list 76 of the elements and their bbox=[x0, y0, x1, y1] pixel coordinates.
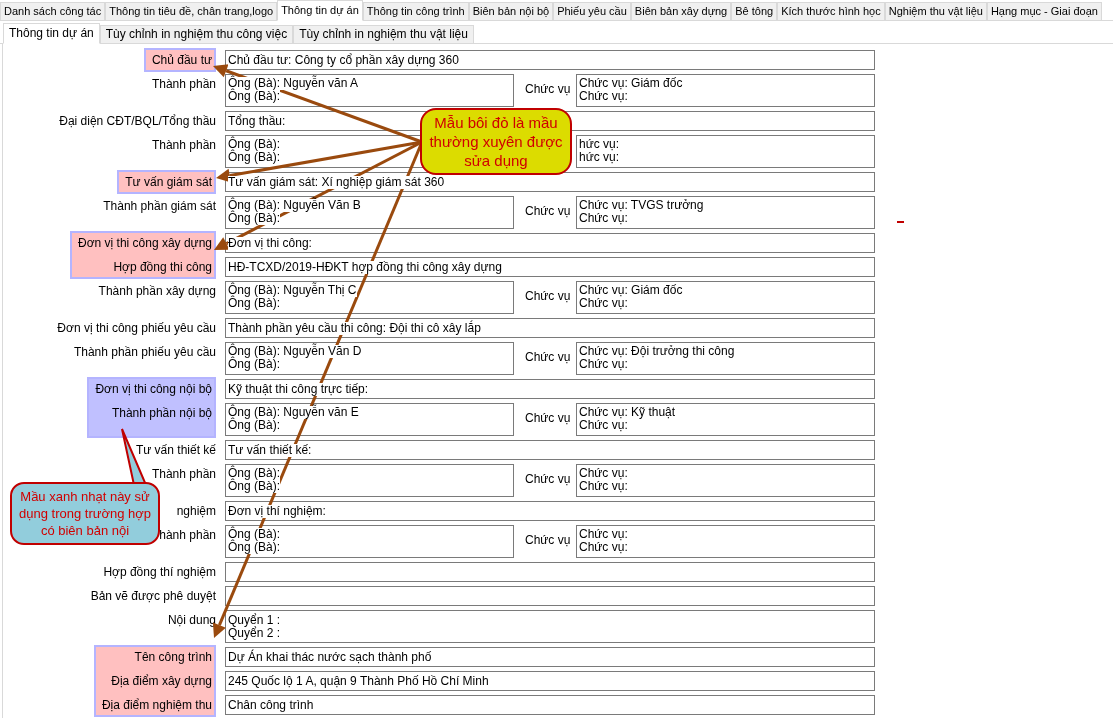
tab[interactable]: Danh sách công tác bbox=[0, 2, 106, 21]
text-field[interactable]: Kỹ thuật thi công trực tiếp: bbox=[225, 379, 875, 399]
text-field[interactable]: Ông (Bà): Nguyễn văn A Ông (Bà): bbox=[225, 74, 514, 107]
field-label: Đơn vị thi công phiếu yêu cầu bbox=[57, 320, 216, 336]
text-field[interactable]: Ông (Bà): Nguyễn Thị C Ông (Bà): bbox=[225, 281, 514, 314]
text-field[interactable]: Chức vụ: Đội trưởng thi công Chức vụ: bbox=[576, 342, 875, 375]
field-label: Chức vụ bbox=[525, 472, 571, 486]
field-label: Đơn vị thi công nội bộ bbox=[95, 381, 212, 397]
tab[interactable]: Thông tin dự án bbox=[277, 0, 363, 21]
text-field[interactable]: Chức vụ: Kỹ thuật Chức vụ: bbox=[576, 403, 875, 436]
field-label: Thành phần xây dựng bbox=[98, 283, 216, 299]
text-field[interactable]: Chức vụ: Giám đốc Chức vụ: bbox=[576, 281, 875, 314]
tab[interactable]: Nghiệm thu vật liệu bbox=[884, 2, 987, 21]
text-field[interactable] bbox=[225, 586, 875, 606]
field-label: Chức vụ bbox=[525, 82, 571, 96]
text-field[interactable]: Chức vụ: Chức vụ: bbox=[576, 464, 875, 497]
field-label: Chức vụ bbox=[525, 533, 571, 547]
field-label: Hợp đồng thi công bbox=[113, 259, 212, 275]
text-field[interactable]: Đơn vị thí nghiệm: bbox=[225, 501, 875, 521]
field-label: Hợp đồng thí nghiệm bbox=[103, 564, 216, 580]
tab[interactable]: Biên bản xây dựng bbox=[630, 2, 732, 21]
tab[interactable]: Thông tin công trình bbox=[362, 2, 469, 21]
tab[interactable]: Tùy chỉnh in nghiệm thu vật liệu bbox=[293, 25, 474, 44]
text-field[interactable]: Ông (Bà): Ông (Bà): bbox=[225, 464, 514, 497]
field-label: Tên công trình bbox=[134, 649, 212, 665]
text-field[interactable]: hức vụ: hức vụ: bbox=[576, 135, 875, 168]
tab[interactable]: Thông tin tiêu đề, chân trang,logo bbox=[105, 2, 278, 21]
field-label: Chủ đầu tư bbox=[151, 52, 212, 68]
text-field[interactable]: Dự Án khai thác nước sạch thành phố bbox=[225, 647, 875, 667]
callout-tooltip: Mầu xanh nhạt này sử dụng trong trường hợp có biên bản nội bbox=[10, 482, 160, 545]
text-field[interactable]: Ông (Bà): Nguyễn Văn B Ông (Bà): bbox=[225, 196, 514, 229]
tab[interactable]: Hạng mục - Giai đoạn bbox=[986, 2, 1102, 21]
tab[interactable]: Kích thước hình học bbox=[777, 2, 885, 21]
tab[interactable]: Biên bản nội bộ bbox=[468, 2, 554, 21]
text-field[interactable]: Tư vấn giám sát: Xí nghiệp giám sát 360 bbox=[225, 172, 875, 192]
text-field[interactable] bbox=[225, 562, 875, 582]
field-label: Thành phần giám sát bbox=[103, 198, 216, 214]
field-label: Địa điểm xây dựng bbox=[111, 673, 212, 689]
field-label: Tư vấn thiết kế bbox=[135, 442, 216, 458]
text-field[interactable]: HĐ-TCXD/2019-HĐKT hợp đồng thi công xây dựng bbox=[225, 257, 875, 277]
tab[interactable]: Bê tông bbox=[731, 2, 778, 21]
text-field[interactable]: Ông (Bà): Nguyễn văn E Ông (Bà): bbox=[225, 403, 514, 436]
field-label: Chức vụ bbox=[525, 204, 571, 218]
field-label: Chức vụ bbox=[525, 289, 571, 303]
text-field[interactable]: Quyển 1 : Quyển 2 : bbox=[225, 610, 875, 643]
field-label: Nội dung bbox=[167, 612, 216, 628]
text-field[interactable]: Thành phần yêu cầu thi công: Đội thi cô xây lắp bbox=[225, 318, 875, 338]
field-label: Đơn vị thi công xây dựng bbox=[78, 235, 212, 251]
field-label: Tư vấn giám sát bbox=[125, 174, 212, 190]
field-label: Thành phần bbox=[151, 137, 216, 153]
field-label: Đại diện CĐT/BQL/Tổng thầu bbox=[59, 113, 216, 129]
text-field[interactable]: 245 Quốc lộ 1 A, quận 9 Thành Phố Hồ Chí Minh bbox=[225, 671, 875, 691]
text-field[interactable]: Chủ đầu tư: Công ty cổ phần xây dựng 360 bbox=[225, 50, 875, 70]
field-label: hành phần bbox=[159, 527, 216, 543]
field-label: Thành phần bbox=[151, 466, 216, 482]
text-field[interactable]: Chân công trình bbox=[225, 695, 875, 715]
field-label: Chức vụ bbox=[525, 350, 571, 364]
text-field[interactable]: Chức vụ: TVGS trưởng Chức vụ: bbox=[576, 196, 875, 229]
dash-mark bbox=[897, 221, 904, 223]
field-label: Chức vụ bbox=[525, 411, 571, 425]
text-field[interactable]: Đơn vị thi công: bbox=[225, 233, 875, 253]
tab[interactable]: Tùy chỉnh in nghiệm thu công việc bbox=[99, 25, 294, 44]
field-label: Thành phần nội bộ bbox=[111, 405, 212, 421]
text-field[interactable]: Ông (Bà): Nguyễn Văn D Ông (Bà): bbox=[225, 342, 514, 375]
field-label: Bản vẽ được phê duyệt bbox=[90, 588, 216, 604]
tab[interactable]: Phiếu yêu cầu bbox=[553, 2, 631, 21]
text-field[interactable]: Chức vụ: Giám đốc Chức vụ: bbox=[576, 74, 875, 107]
field-label: Địa điểm nghiệm thu bbox=[101, 697, 212, 713]
text-field[interactable]: Chức vụ: Chức vụ: bbox=[576, 525, 875, 558]
text-field[interactable]: Ông (Bà): Ông (Bà): bbox=[225, 525, 514, 558]
callout-tooltip: Mẫu bôi đỏ là mầu thường xuyên được sửa dụng bbox=[420, 108, 572, 175]
field-label: nghiệm bbox=[176, 503, 216, 519]
field-label: Thành phần phiếu yêu cầu bbox=[73, 344, 216, 360]
tab[interactable]: Thông tin dự án bbox=[3, 23, 100, 44]
field-label: Thành phần bbox=[151, 76, 216, 92]
text-field[interactable]: Tư vấn thiết kế: bbox=[225, 440, 875, 460]
